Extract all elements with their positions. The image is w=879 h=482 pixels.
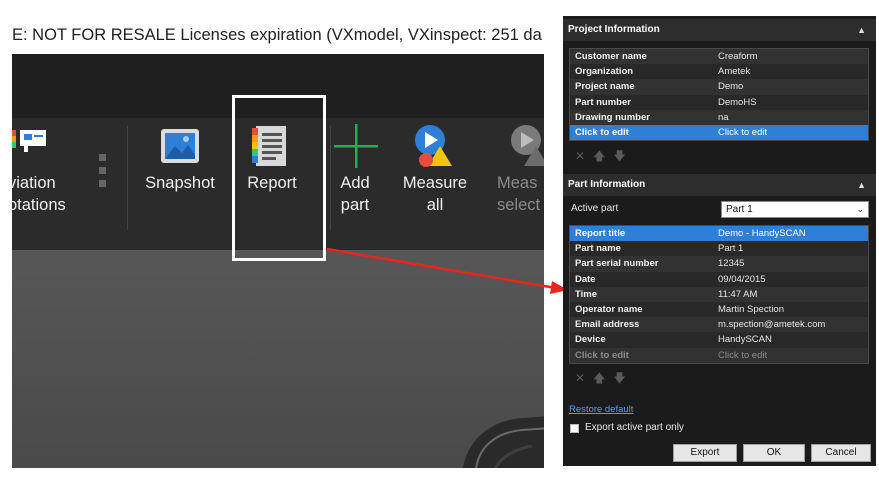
table-row-selected[interactable]: Report title Demo - HandySCAN xyxy=(570,226,868,242)
chevron-up-icon[interactable]: ▲ xyxy=(857,174,866,196)
property-value[interactable]: Part 1 xyxy=(718,241,868,256)
ok-button[interactable]: OK xyxy=(743,444,805,462)
project-grid-tools: ✕ 🡅 🡇 xyxy=(575,148,626,164)
table-row[interactable]: Organization Ametek xyxy=(570,64,868,80)
property-value[interactable]: DemoHS xyxy=(718,95,868,110)
table-row[interactable]: Customer name Creaform xyxy=(570,49,868,65)
table-row[interactable]: Operator name Martin Spection xyxy=(570,301,868,318)
property-key: Project name xyxy=(575,81,635,93)
measure-all-icon xyxy=(415,125,452,167)
property-key: Organization xyxy=(575,66,634,78)
property-value[interactable]: Click to edit xyxy=(718,348,868,363)
table-row[interactable]: Email address m.spection@ametek.com xyxy=(570,317,868,333)
add-part-icon xyxy=(334,124,378,168)
property-key[interactable]: Click to edit xyxy=(570,348,718,363)
deviation-label-line2: otations xyxy=(12,196,66,214)
part-information-header[interactable]: Part Information ▲ xyxy=(563,174,876,196)
project-information-title: Project Information xyxy=(568,24,660,35)
part-information-title: Part Information xyxy=(568,179,646,190)
measure-all-label-line2: all xyxy=(426,196,444,214)
chevron-up-icon[interactable]: ▲ xyxy=(857,19,866,41)
3d-viewport[interactable] xyxy=(12,250,544,468)
add-part-label-line2: part xyxy=(340,196,370,214)
move-down-icon[interactable]: 🡇 xyxy=(613,370,625,386)
export-active-part-label: Export active part only xyxy=(585,422,684,433)
property-value[interactable]: Ametek xyxy=(718,64,868,79)
ribbon-separator xyxy=(127,126,128,230)
export-button[interactable]: Export xyxy=(673,444,737,462)
measure-all-label-line1: Measure xyxy=(402,174,468,192)
property-key[interactable]: Click to edit xyxy=(570,125,718,140)
deviation-label-line1: viation xyxy=(12,174,56,192)
part-grid-tools: ✕ 🡅 🡇 xyxy=(575,370,626,386)
export-active-part-checkbox[interactable] xyxy=(570,424,579,433)
project-information-grid: Customer name Creaform Organization Amet… xyxy=(569,48,869,142)
project-information-header[interactable]: Project Information ▲ xyxy=(563,19,876,41)
move-down-icon[interactable]: 🡇 xyxy=(613,148,625,164)
property-key: Report title xyxy=(575,228,626,239)
table-row[interactable]: Part number DemoHS xyxy=(570,94,868,110)
snapshot-icon xyxy=(161,129,199,163)
move-up-icon[interactable]: 🡅 xyxy=(593,148,605,164)
property-key: Drawing number xyxy=(575,111,650,123)
add-part-label-line1: Add xyxy=(340,174,370,192)
property-value[interactable]: Click to edit xyxy=(718,125,868,140)
move-up-icon[interactable]: 🡅 xyxy=(593,370,605,386)
table-row[interactable]: Time 11:47 AM xyxy=(570,286,868,302)
property-value[interactable]: m.spection@ametek.com xyxy=(718,317,868,332)
property-key: Operator name xyxy=(575,303,643,315)
measure-selected-label-line2: select xyxy=(497,196,541,214)
property-value[interactable]: 11:47 AM xyxy=(718,287,868,302)
property-key: Email address xyxy=(575,319,640,331)
property-key: Date xyxy=(575,273,596,285)
restore-default-link[interactable]: Restore default xyxy=(569,404,633,415)
table-row[interactable]: Drawing number na xyxy=(570,109,868,125)
delete-icon[interactable]: ✕ xyxy=(575,148,585,164)
property-key: Part number xyxy=(575,96,631,108)
table-row-selected[interactable]: Click to edit Click to edit xyxy=(570,124,868,141)
property-value[interactable]: 12345 xyxy=(718,256,868,271)
table-row[interactable]: Device HandySCAN xyxy=(570,332,868,348)
table-row[interactable]: Part serial number 12345 xyxy=(570,256,868,272)
grip-handle-icon[interactable] xyxy=(98,154,108,194)
table-row-new[interactable]: Click to edit Click to edit xyxy=(570,347,868,363)
property-key: Customer name xyxy=(575,51,647,62)
property-value[interactable]: 09/04/2015 xyxy=(718,272,868,287)
table-row[interactable]: Date 09/04/2015 xyxy=(570,271,868,287)
property-value[interactable]: HandySCAN xyxy=(718,332,868,347)
measure-selected-label-line1: Meas xyxy=(497,174,538,192)
license-title-bar: E: NOT FOR RESALE Licenses expiration (V… xyxy=(12,16,544,54)
active-part-label: Active part xyxy=(571,203,619,214)
deviation-icon xyxy=(12,130,46,152)
property-key: Part name xyxy=(575,243,621,255)
property-key: Device xyxy=(575,334,606,346)
scanned-part-shape xyxy=(463,416,544,468)
property-value[interactable]: Demo - HandySCAN xyxy=(718,226,868,241)
active-part-value: Part 1 xyxy=(726,204,753,215)
property-value[interactable]: Martin Spection xyxy=(718,302,868,317)
property-value[interactable]: na xyxy=(718,110,868,125)
measure-selected-icon xyxy=(511,125,544,166)
report-settings-panel: Project Information ▲ Customer name Crea… xyxy=(563,16,876,466)
dropdown-chevron-icon[interactable]: ⌄ xyxy=(856,202,864,217)
cancel-button[interactable]: Cancel xyxy=(811,444,871,462)
table-row[interactable]: Part name Part 1 xyxy=(570,241,868,257)
snapshot-label: Snapshot xyxy=(145,174,215,192)
table-row[interactable]: Project name Demo xyxy=(570,79,868,95)
active-part-select[interactable]: Part 1 ⌄ xyxy=(721,201,869,218)
property-key: Part serial number xyxy=(575,258,659,270)
property-value[interactable]: Demo xyxy=(718,79,868,94)
delete-icon[interactable]: ✕ xyxy=(575,370,585,386)
part-information-grid: Report title Demo - HandySCAN Part name … xyxy=(569,225,869,364)
report-highlight-box xyxy=(232,95,326,261)
property-value[interactable]: Creaform xyxy=(718,49,868,64)
property-key: Time xyxy=(575,288,598,300)
